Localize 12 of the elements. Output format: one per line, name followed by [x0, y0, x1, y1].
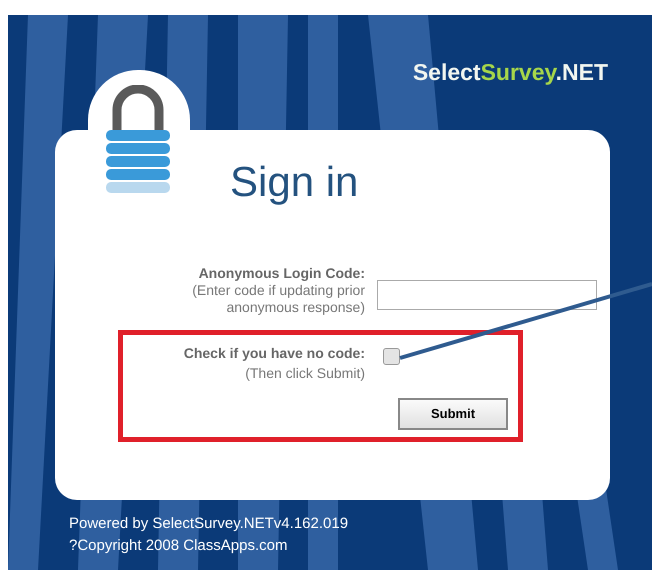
- logo: SelectSurvey.NET: [412, 58, 608, 87]
- footer-text: Powered by SelectSurvey.NETv4.162.019: [69, 514, 350, 534]
- field-hint: (Enter code if updating prior anonymous response): [191, 282, 365, 316]
- field-label: Anonymous Login Code:: [198, 265, 365, 282]
- no-code-checkbox[interactable]: [383, 348, 400, 365]
- checkbox-hint: (Then click Submit): [245, 364, 365, 383]
- footer-text: ?Copyright 2008 ClassApps.com: [69, 536, 288, 556]
- heading: Sign in: [230, 157, 358, 207]
- login-code-input[interactable]: [377, 280, 597, 310]
- submit-button[interactable]: Submit: [398, 398, 508, 430]
- padlock-icon: [103, 85, 173, 195]
- checkbox-label: Check if you have no code:: [184, 344, 365, 363]
